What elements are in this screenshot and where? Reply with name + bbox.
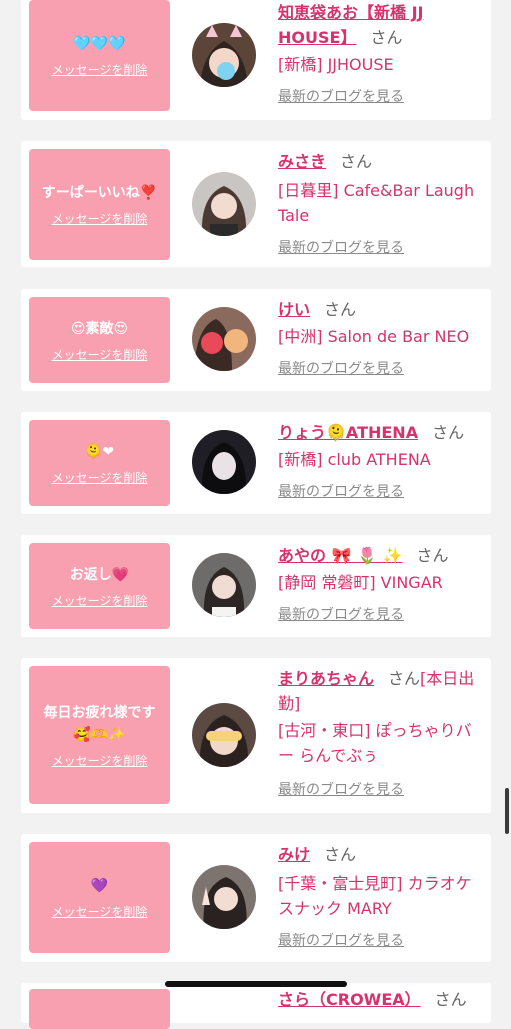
shop-name: [千葉・富士見町] カラオケスナック MARY	[278, 874, 472, 918]
home-indicator[interactable]	[165, 981, 347, 987]
honorific: さん	[340, 152, 373, 171]
avatar-image	[192, 307, 256, 371]
message-box: お返し💗 メッセージを削除	[29, 543, 170, 629]
message-text: 毎日お疲れ様です🥰🫶✨	[43, 704, 156, 743]
delete-message-link[interactable]: メッセージを削除	[52, 346, 148, 363]
cast-name-link[interactable]: けい	[278, 300, 310, 319]
latest-blog-link[interactable]: 最新のブログを見る	[278, 87, 484, 107]
honorific: さん	[388, 669, 421, 688]
avatar-image	[192, 553, 256, 617]
latest-blog-link[interactable]: 最新のブログを見る	[278, 238, 484, 258]
cast-name-link[interactable]: あやの 🎀 🌷 ✨	[278, 546, 402, 565]
list-item: お返し💗 メッセージを削除 あやの 🎀 🌷 ✨ さん [静岡 常磐町] VINGA…	[21, 535, 491, 637]
card-info: けい さん [中洲] Salon de Bar NEO 最新のブログを見る	[278, 297, 484, 379]
honorific: さん	[324, 845, 357, 864]
shop-name: [新橋] club ATHENA	[278, 450, 431, 469]
list-item: 🩵🩵🩵 メッセージを削除 知恵袋あお【新橋 JJ HOUSE】 さん [新橋] J…	[21, 0, 491, 120]
shop-name: [中洲] Salon de Bar NEO	[278, 327, 470, 346]
list-item: 🫠❤ メッセージを削除 りょう🫠ATHENA さん [新橋] club ATHEN…	[21, 412, 491, 514]
latest-blog-link[interactable]: 最新のブログを見る	[278, 605, 484, 625]
card-info: さら（CROWEA） さん	[278, 987, 484, 1012]
delete-message-link[interactable]: メッセージを削除	[52, 752, 148, 769]
list-item: すーぱーいいね❣️ メッセージを削除 みさき さん [日暮里] Cafe&Bar …	[21, 141, 491, 267]
honorific: さん	[370, 28, 403, 47]
card-info: あやの 🎀 🌷 ✨ さん [静岡 常磐町] VINGAR 最新のブログを見る	[278, 543, 484, 625]
message-box: 💜 メッセージを削除	[29, 842, 170, 953]
shop-name: [古河・東口] ぽっちゃりバー らんでぶぅ	[278, 721, 472, 765]
latest-blog-link[interactable]: 最新のブログを見る	[278, 780, 484, 800]
message-box	[29, 989, 170, 1029]
avatar-image	[192, 430, 256, 494]
card-info: みけ さん [千葉・富士見町] カラオケスナック MARY 最新のブログを見る	[278, 842, 484, 951]
shop-name: [静岡 常磐町] VINGAR	[278, 573, 443, 592]
delete-message-link[interactable]: メッセージを削除	[52, 469, 148, 486]
cast-name-link[interactable]: みさき	[278, 152, 326, 171]
honorific: さん	[416, 546, 449, 565]
avatar[interactable]	[192, 553, 256, 617]
card-info: りょう🫠ATHENA さん [新橋] club ATHENA 最新のブログを見る	[278, 420, 484, 502]
message-box: 🩵🩵🩵 メッセージを削除	[29, 0, 170, 111]
message-text: すーぱーいいね❣️	[41, 185, 158, 201]
avatar[interactable]	[192, 703, 256, 767]
avatar[interactable]	[192, 865, 256, 929]
avatar-image	[192, 865, 256, 929]
scrollbar[interactable]	[505, 788, 509, 834]
latest-blog-link[interactable]: 最新のブログを見る	[278, 931, 484, 951]
list-item: 毎日お疲れ様です🥰🫶✨ メッセージを削除 まりあちゃん さん[本日出勤] [古河・…	[21, 658, 491, 813]
list-item: 😍素敵😍 メッセージを削除 けい さん [中洲] Salon de Bar NEO…	[21, 289, 491, 391]
delete-message-link[interactable]: メッセージを削除	[52, 210, 148, 227]
shop-name: [新橋] JJHOUSE	[278, 55, 394, 74]
message-box: すーぱーいいね❣️ メッセージを削除	[29, 149, 170, 260]
message-text: 🫠❤	[84, 443, 115, 460]
delete-message-link[interactable]: メッセージを削除	[52, 903, 148, 920]
message-box: 😍素敵😍 メッセージを削除	[29, 297, 170, 383]
list-item: さら（CROWEA） さん	[21, 983, 491, 1029]
cast-name-link[interactable]: まりあちゃん	[278, 669, 374, 688]
avatar[interactable]	[192, 307, 256, 371]
avatar[interactable]	[192, 23, 256, 87]
message-text: お返し💗	[69, 566, 130, 583]
honorific: さん	[432, 423, 465, 442]
avatar[interactable]	[192, 172, 256, 236]
shop-name: [日暮里] Cafe&Bar Laugh Tale	[278, 181, 475, 225]
message-text: 😍素敵😍	[70, 320, 129, 337]
card-info: みさき さん [日暮里] Cafe&Bar Laugh Tale 最新のブログを見…	[278, 149, 484, 258]
message-text: 🩵🩵🩵	[73, 36, 126, 52]
card-info: 知恵袋あお【新橋 JJ HOUSE】 さん [新橋] JJHOUSE 最新のブログ…	[278, 0, 484, 107]
message-box: 🫠❤ メッセージを削除	[29, 420, 170, 506]
delete-message-link[interactable]: メッセージを削除	[52, 61, 148, 78]
cast-name-link[interactable]: みけ	[278, 845, 310, 864]
card-info: まりあちゃん さん[本日出勤] [古河・東口] ぽっちゃりバー らんでぶぅ 最新の…	[278, 666, 484, 800]
delete-message-link[interactable]: メッセージを削除	[52, 592, 148, 609]
cast-name-link[interactable]: りょう🫠ATHENA	[278, 423, 418, 442]
honorific: さん	[434, 990, 467, 1009]
avatar-image	[192, 172, 256, 236]
cast-name-link[interactable]: さら（CROWEA）	[278, 990, 421, 1009]
honorific: さん	[324, 300, 357, 319]
avatar-image	[192, 703, 256, 767]
message-box: 毎日お疲れ様です🥰🫶✨ メッセージを削除	[29, 666, 170, 804]
message-text: 💜	[90, 878, 109, 894]
latest-blog-link[interactable]: 最新のブログを見る	[278, 359, 484, 379]
latest-blog-link[interactable]: 最新のブログを見る	[278, 482, 484, 502]
avatar-image	[192, 23, 256, 87]
avatar[interactable]	[192, 430, 256, 494]
list-item: 💜 メッセージを削除 みけ さん [千葉・富士見町] カラオケスナック MARY …	[21, 834, 491, 962]
